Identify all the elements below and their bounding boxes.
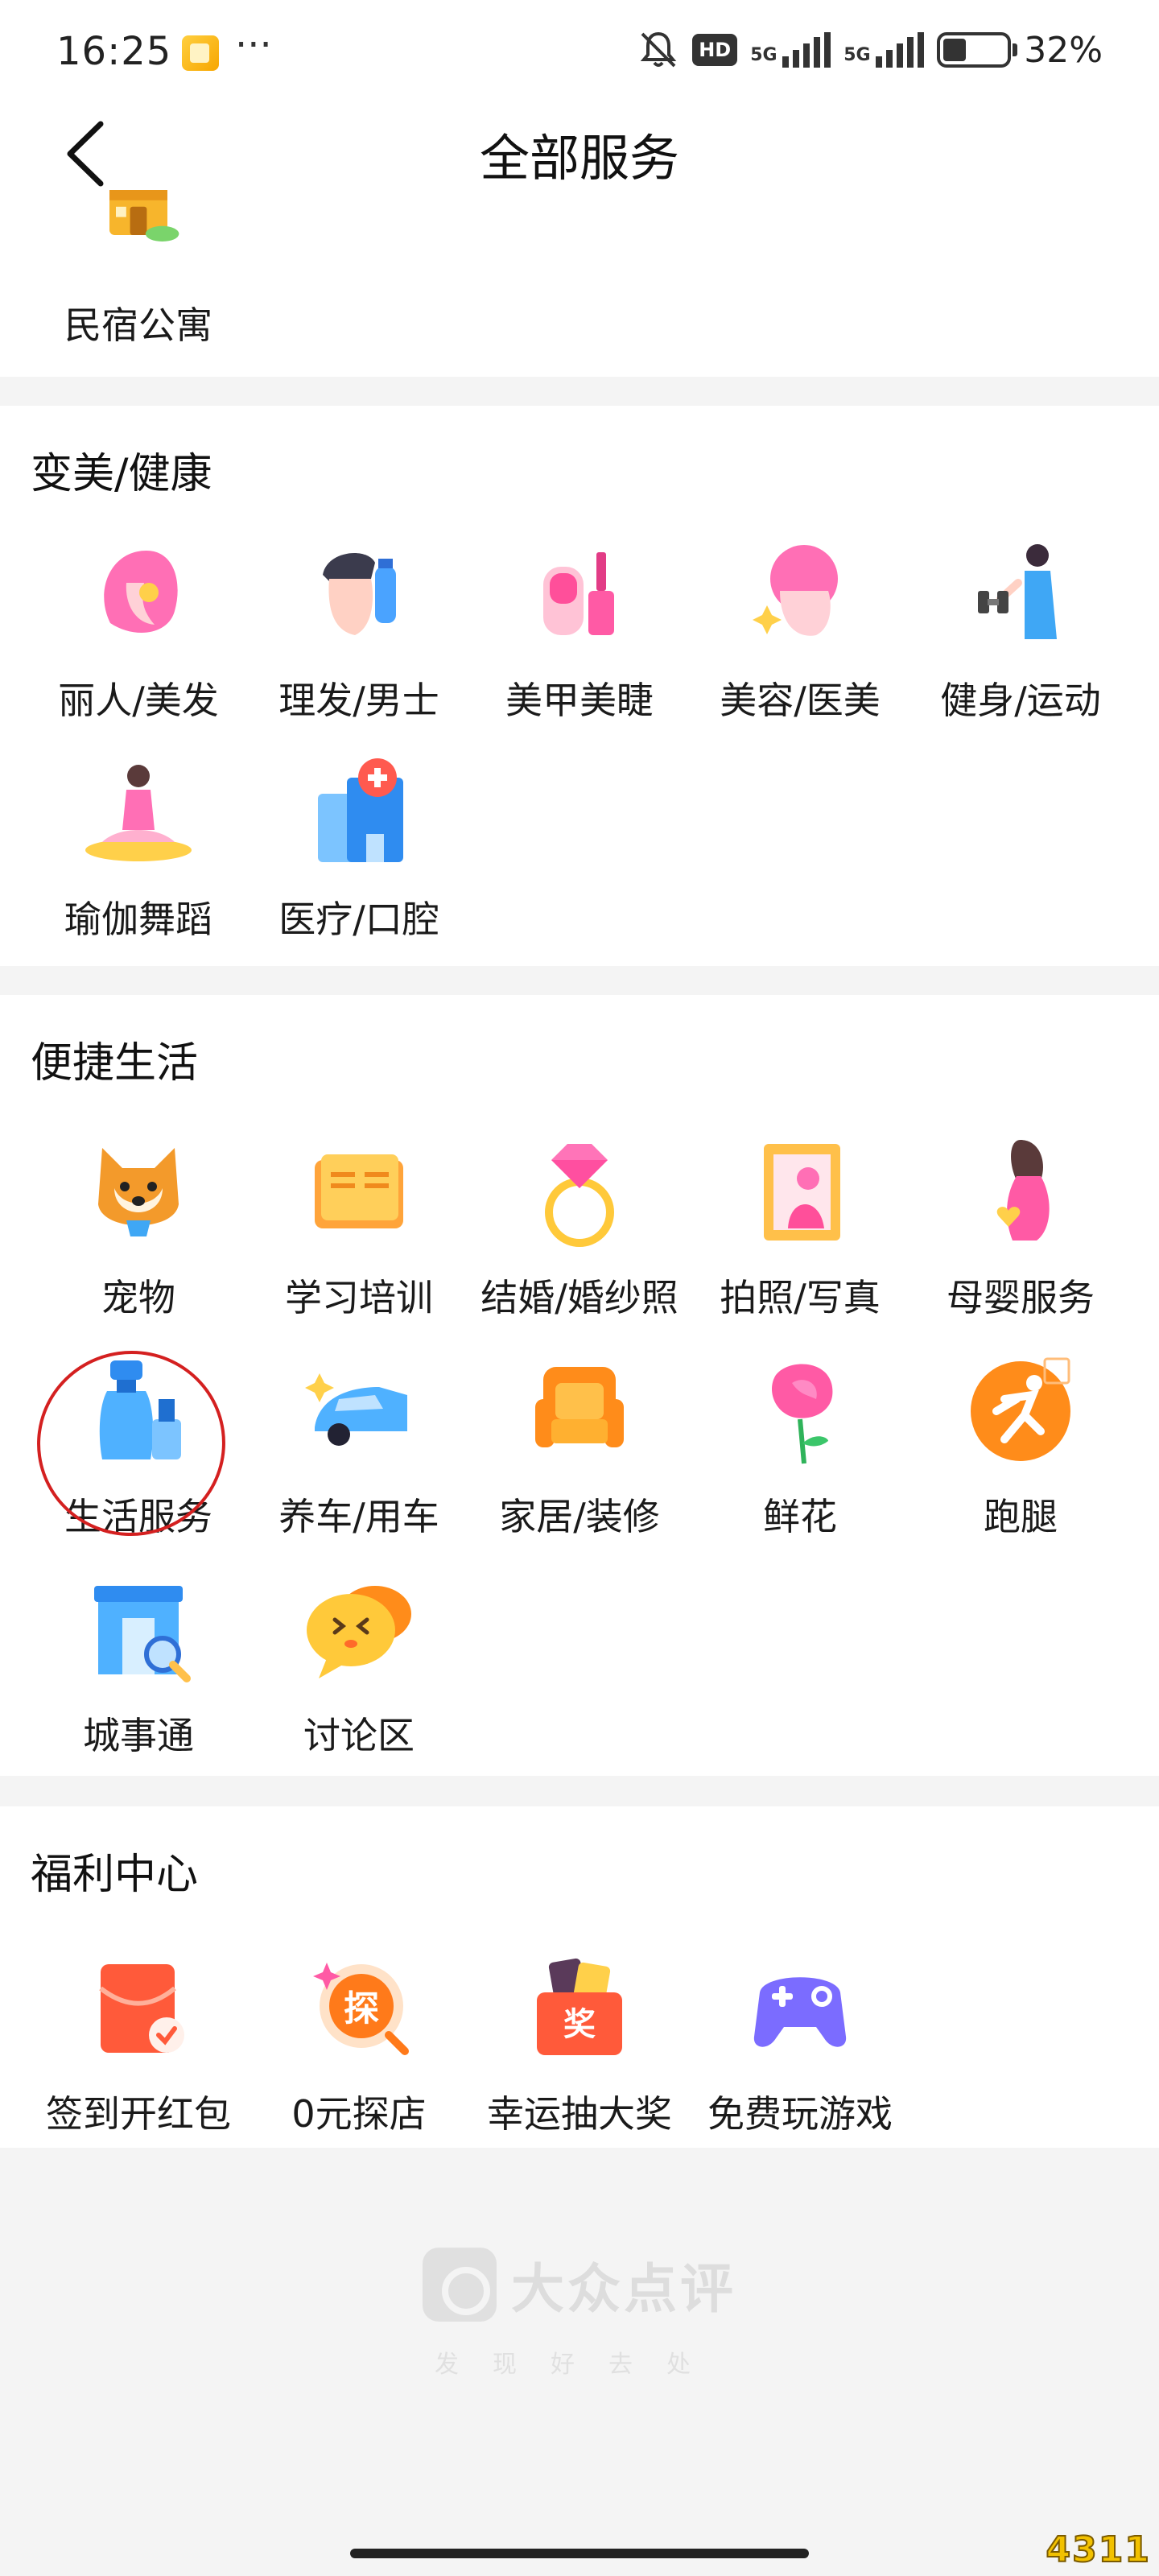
prize-box-icon: 奖 — [537, 1958, 622, 2055]
service-label: 0元探店 — [291, 2092, 427, 2136]
service-item[interactable]: 医疗/口腔 — [246, 753, 472, 943]
service-item[interactable]: 理发/男士 — [246, 535, 472, 724]
dumbbell-icon — [978, 544, 1057, 639]
service-item[interactable]: 拍照/写真 — [687, 1132, 913, 1322]
service-label: 签到开红包 — [46, 2092, 231, 2136]
service-item[interactable]: 民宿公寓 — [26, 184, 251, 349]
section-welfare: 福利中心 签到开红包 探 0元探店 奖 幸运抽大奖 免费玩游戏 — [0, 1806, 1159, 2148]
woman-hair-icon — [104, 551, 178, 633]
section-top: 民宿公寓 — [0, 190, 1159, 377]
svg-text:探: 探 — [344, 1988, 379, 2029]
service-item[interactable]: 丽人/美发 — [26, 535, 251, 724]
service-item[interactable]: 鲜花 — [687, 1351, 913, 1541]
chat-bubble-icon — [307, 1586, 411, 1678]
service-item[interactable]: 奖 幸运抽大奖 — [467, 1948, 692, 2138]
service-label: 跑腿 — [984, 1495, 1058, 1538]
service-item[interactable]: 宠物 — [26, 1132, 251, 1322]
service-label: 美容/医美 — [720, 679, 881, 722]
watermark: 4311 — [1046, 2529, 1151, 2571]
service-label: 民宿公寓 — [64, 303, 212, 347]
battery-percent: 32% — [1024, 29, 1103, 71]
service-label: 医疗/口腔 — [278, 898, 439, 941]
svg-text:奖: 奖 — [563, 2006, 596, 2043]
battery-icon — [937, 32, 1018, 68]
service-item[interactable]: 免费玩游戏 — [687, 1948, 913, 2138]
medical-icon — [318, 758, 403, 862]
section-beauty: 变美/健康 丽人/美发 理发/男士 美甲美睫 美容/医美 健身/运动 瑜伽舞蹈 … — [0, 406, 1159, 966]
service-item[interactable]: 瑜伽舞蹈 — [26, 753, 251, 943]
service-label: 宠物 — [101, 1276, 175, 1319]
service-label: 城事通 — [83, 1714, 194, 1757]
service-label: 丽人/美发 — [58, 679, 219, 722]
section-title: 福利中心 — [31, 1851, 199, 1899]
brand-slogan: 发现好去处 — [435, 2351, 724, 2379]
section-title: 便捷生活 — [31, 1039, 199, 1088]
footer-brand: 大众点评 发现好去处 — [0, 2246, 1159, 2380]
service-item[interactable]: 学习培训 — [246, 1132, 472, 1322]
service-label: 美甲美睫 — [505, 679, 654, 722]
service-item[interactable]: 城事通 — [26, 1570, 251, 1760]
service-item[interactable]: 探 0元探店 — [246, 1948, 472, 2138]
service-label: 学习培训 — [285, 1276, 433, 1319]
brand-logo-icon — [423, 2248, 497, 2322]
house-icon — [109, 190, 179, 242]
photo-frame-icon — [764, 1144, 840, 1241]
service-item[interactable]: 签到开红包 — [26, 1948, 251, 2138]
service-label: 瑜伽舞蹈 — [64, 898, 212, 941]
service-label: 免费玩游戏 — [707, 2092, 893, 2136]
network-type-label: 5G — [750, 45, 777, 65]
service-item[interactable]: 讨论区 — [246, 1570, 472, 1760]
hd-voice-icon: HD — [692, 34, 738, 66]
service-item[interactable]: 家居/装修 — [467, 1351, 692, 1541]
gamepad-icon — [753, 1977, 847, 2047]
more-notifications: ··· — [235, 23, 272, 68]
pregnant-icon — [996, 1140, 1050, 1241]
page-title: 全部服务 — [479, 129, 679, 188]
service-label: 幸运抽大奖 — [487, 2092, 672, 2136]
service-label: 母婴服务 — [947, 1276, 1095, 1319]
car-icon — [305, 1373, 407, 1446]
service-label: 结婚/婚纱照 — [481, 1276, 678, 1319]
nail-polish-icon — [543, 552, 614, 635]
signal-icon: 5G — [750, 32, 831, 68]
book-icon — [315, 1154, 403, 1228]
brand-name: 大众点评 — [511, 2258, 736, 2320]
shiba-dog-icon — [98, 1148, 179, 1236]
signal-icon-2: 5G — [843, 32, 925, 68]
man-hair-icon — [323, 553, 396, 635]
section-title: 变美/健康 — [31, 450, 212, 498]
service-item[interactable]: 结婚/婚纱照 — [467, 1132, 692, 1322]
service-item[interactable]: 美甲美睫 — [467, 535, 692, 724]
bell-muted-icon — [640, 31, 677, 68]
armchair-icon — [535, 1367, 624, 1447]
service-item[interactable]: 健身/运动 — [908, 535, 1133, 724]
service-label: 家居/装修 — [499, 1495, 660, 1538]
app-notification-icon — [182, 35, 219, 71]
home-indicator[interactable] — [350, 2549, 809, 2558]
service-item[interactable]: 养车/用车 — [246, 1351, 472, 1541]
yoga-icon — [85, 765, 192, 861]
explore-store-icon: 探 — [313, 1963, 409, 2055]
status-time: 16:25 — [56, 29, 172, 74]
rose-icon — [772, 1364, 833, 1464]
service-label: 理发/男士 — [278, 679, 439, 722]
runner-icon — [971, 1357, 1070, 1461]
service-label: 健身/运动 — [940, 679, 1101, 722]
diamond-ring-icon — [545, 1144, 614, 1247]
red-envelope-icon — [99, 1964, 184, 2053]
service-label: 鲜花 — [763, 1495, 837, 1538]
network-type-label-2: 5G — [843, 45, 871, 65]
service-label: 养车/用车 — [278, 1495, 439, 1538]
service-item[interactable]: 母婴服务 — [908, 1132, 1133, 1322]
service-label: 讨论区 — [303, 1714, 415, 1757]
service-item[interactable]: 美容/医美 — [687, 535, 913, 724]
facial-icon — [753, 545, 838, 636]
service-item[interactable]: 跑腿 — [908, 1351, 1133, 1541]
status-bar: 16:25 ··· HD 5G 5G 32% — [0, 0, 1159, 105]
storefront-icon — [94, 1586, 191, 1682]
service-label: 拍照/写真 — [720, 1276, 881, 1319]
